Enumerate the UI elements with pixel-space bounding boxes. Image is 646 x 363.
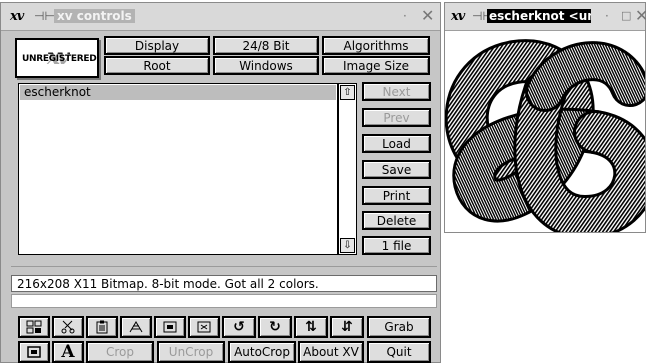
close-icon[interactable]: ✕ <box>421 6 434 25</box>
normal-size-icon[interactable] <box>154 316 186 338</box>
titlebar[interactable]: xv ⊣⊢ xv controls · ✕ <box>1 3 440 31</box>
print-button[interactable]: Print <box>362 186 431 205</box>
scroll-up-icon[interactable]: ⇧ <box>340 85 355 100</box>
knot-image <box>445 39 645 232</box>
status-bar-secondary <box>11 294 437 308</box>
flip-vertical-icon[interactable]: ⇵ <box>330 316 364 338</box>
image-view[interactable] <box>445 32 645 232</box>
close-icon[interactable]: ✕ <box>635 6 646 25</box>
rotate-ccw-icon[interactable]: ↺ <box>222 316 256 338</box>
display-button[interactable]: Display <box>104 36 210 55</box>
annotate-text-icon[interactable]: A <box>52 341 84 363</box>
delete-button[interactable]: Delete <box>362 211 431 230</box>
list-item[interactable]: escherknot <box>20 85 336 100</box>
autocrop-button[interactable]: AutoCrop <box>228 341 296 363</box>
file-count-label: 1 file <box>362 236 431 255</box>
pin-icon[interactable]: ⊣⊢ <box>34 9 55 23</box>
scroll-down-icon[interactable]: ⇩ <box>340 238 355 253</box>
windows-button[interactable]: Windows <box>213 56 319 75</box>
window-title: escherknot <unreg <box>487 9 591 23</box>
grab-button[interactable]: Grab <box>367 316 431 338</box>
window-menu-icon[interactable]: xv <box>10 9 24 24</box>
prev-button[interactable]: Prev <box>362 108 431 127</box>
xv-controls-window: xv ⊣⊢ xv controls · ✕ xv UNREGISTERED Di… <box>0 2 441 363</box>
file-list-scrollbar[interactable]: ⇧ ⇩ <box>338 83 357 255</box>
window-title: xv controls <box>54 9 135 23</box>
save-button[interactable]: Save <box>362 160 431 179</box>
image-window: xv ⊣⊢ escherknot <unreg · □ ✕ <box>444 2 646 233</box>
paste-icon[interactable] <box>120 316 152 338</box>
max-size-icon[interactable] <box>188 316 220 338</box>
clipboard-icon[interactable] <box>86 316 118 338</box>
minimize-icon[interactable]: · <box>605 9 609 23</box>
logo-label: UNREGISTERED <box>22 54 97 64</box>
maximize-icon[interactable]: □ <box>621 9 631 22</box>
window-menu-icon[interactable]: xv <box>451 9 465 24</box>
xv-logo[interactable]: xv UNREGISTERED <box>15 38 99 78</box>
quit-button[interactable]: Quit <box>367 341 431 363</box>
image-size-button[interactable]: Image Size <box>322 56 430 75</box>
bit-depth-button[interactable]: 24/8 Bit <box>213 36 319 55</box>
root-button[interactable]: Root <box>104 56 210 75</box>
minimize-icon[interactable]: · <box>403 9 407 23</box>
flip-horizontal-icon[interactable]: ⇅ <box>294 316 328 338</box>
visual-schnauzer-icon[interactable] <box>18 316 50 338</box>
rotate-cw-icon[interactable]: ↻ <box>258 316 292 338</box>
uncrop-button[interactable]: UnCrop <box>157 341 225 363</box>
next-button[interactable]: Next <box>362 82 431 101</box>
about-xv-button[interactable]: About XV <box>298 341 364 363</box>
titlebar[interactable]: xv ⊣⊢ escherknot <unreg · □ ✕ <box>445 3 646 31</box>
status-bar: 216x208 X11 Bitmap. 8-bit mode. Got all … <box>11 275 437 292</box>
algorithms-button[interactable]: Algorithms <box>322 36 430 55</box>
divider <box>11 266 437 267</box>
pad-icon[interactable] <box>18 341 50 363</box>
crop-button[interactable]: Crop <box>86 341 154 363</box>
load-button[interactable]: Load <box>362 134 431 153</box>
cut-icon[interactable] <box>52 316 84 338</box>
file-list[interactable]: escherknot <box>18 83 338 255</box>
